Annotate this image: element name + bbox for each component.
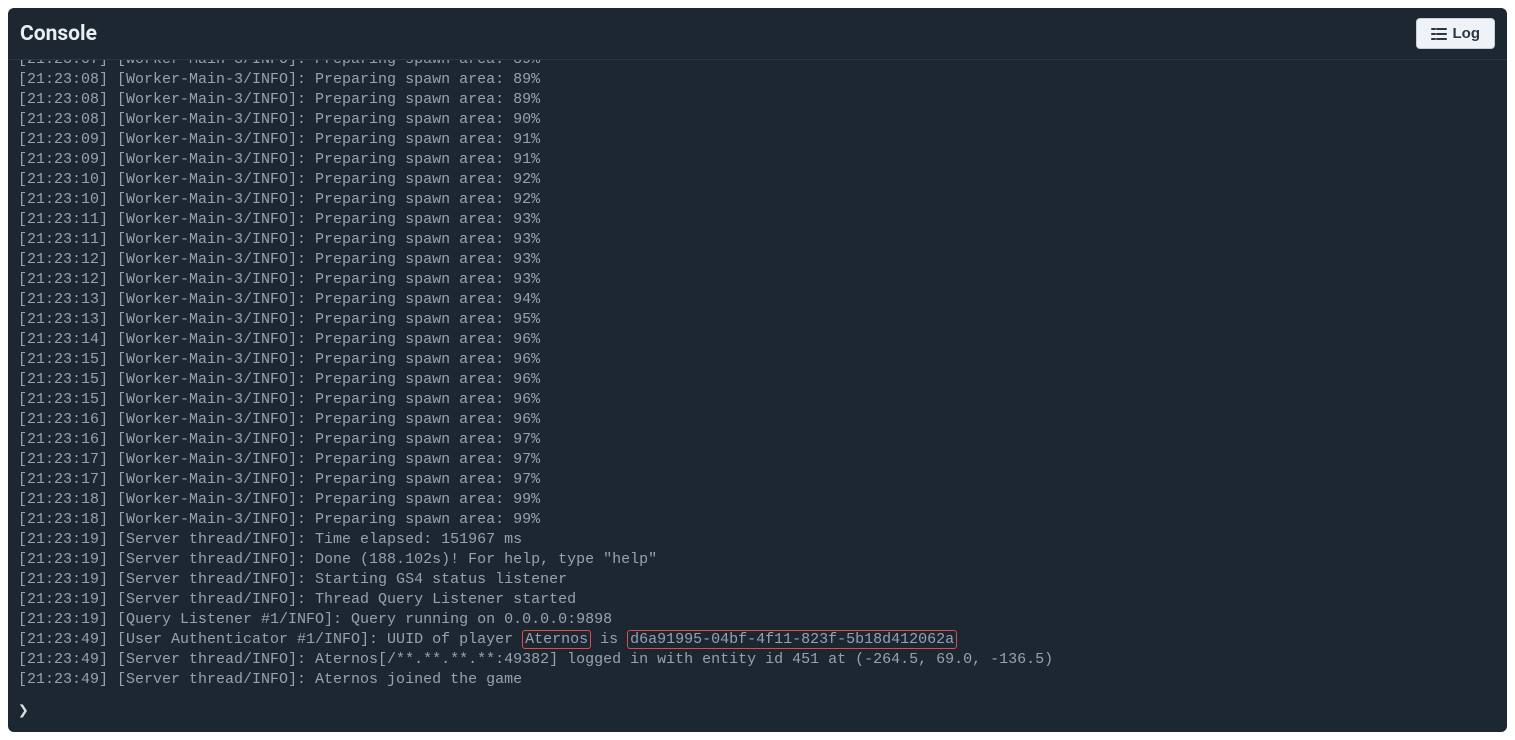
console-line: [21:23:15] [Worker-Main-3/INFO]: Prepari… (18, 370, 1497, 390)
console-header: Console Log (8, 8, 1507, 60)
console-input-row[interactable]: ❯ (8, 696, 1507, 732)
console-line: [21:23:49] [Server thread/INFO]: Aternos… (18, 670, 1497, 690)
console-line: [21:23:11] [Worker-Main-3/INFO]: Prepari… (18, 230, 1497, 250)
console-line: [21:23:12] [Worker-Main-3/INFO]: Prepari… (18, 250, 1497, 270)
console-line: [21:23:10] [Worker-Main-3/INFO]: Prepari… (18, 170, 1497, 190)
console-line: [21:23:11] [Worker-Main-3/INFO]: Prepari… (18, 210, 1497, 230)
console-line: [21:23:18] [Worker-Main-3/INFO]: Prepari… (18, 490, 1497, 510)
console-line: [21:23:19] [Server thread/INFO]: Thread … (18, 590, 1497, 610)
console-line: [21:23:19] [Server thread/INFO]: Startin… (18, 570, 1497, 590)
console-line: [21:23:49] [Server thread/INFO]: Aternos… (18, 650, 1497, 670)
console-line: [21:23:19] [Query Listener #1/INFO]: Que… (18, 610, 1497, 630)
prompt-icon: ❯ (18, 700, 29, 722)
console-line: [21:23:09] [Worker-Main-3/INFO]: Prepari… (18, 150, 1497, 170)
console-line: [21:23:09] [Worker-Main-3/INFO]: Prepari… (18, 130, 1497, 150)
console-panel: Console Log [21:23:07] [Worker-Main-3/IN… (8, 8, 1507, 732)
console-line: [21:23:19] [Server thread/INFO]: Done (1… (18, 550, 1497, 570)
highlight-player-name: Aternos (522, 630, 591, 649)
console-line: [21:23:12] [Worker-Main-3/INFO]: Prepari… (18, 270, 1497, 290)
console-line: [21:23:07] [Worker-Main-3/INFO]: Prepari… (18, 60, 1497, 70)
console-line: [21:23:17] [Worker-Main-3/INFO]: Prepari… (18, 470, 1497, 490)
console-line: [21:23:49] [User Authenticator #1/INFO]:… (18, 630, 1497, 650)
console-line: [21:23:19] [Server thread/INFO]: Time el… (18, 530, 1497, 550)
console-line: [21:23:08] [Worker-Main-3/INFO]: Prepari… (18, 70, 1497, 90)
console-line: [21:23:13] [Worker-Main-3/INFO]: Prepari… (18, 290, 1497, 310)
console-line: [21:23:16] [Worker-Main-3/INFO]: Prepari… (18, 430, 1497, 450)
console-output[interactable]: [21:23:07] [Worker-Main-3/INFO]: Prepari… (8, 60, 1507, 696)
console-line: [21:23:13] [Worker-Main-3/INFO]: Prepari… (18, 310, 1497, 330)
console-line: [21:23:17] [Worker-Main-3/INFO]: Prepari… (18, 450, 1497, 470)
console-line: [21:23:15] [Worker-Main-3/INFO]: Prepari… (18, 390, 1497, 410)
log-button[interactable]: Log (1416, 18, 1496, 49)
console-line: [21:23:15] [Worker-Main-3/INFO]: Prepari… (18, 350, 1497, 370)
console-title: Console (20, 22, 97, 46)
console-line: [21:23:10] [Worker-Main-3/INFO]: Prepari… (18, 190, 1497, 210)
console-line: [21:23:16] [Worker-Main-3/INFO]: Prepari… (18, 410, 1497, 430)
highlight-player-uuid: d6a91995-04bf-4f11-823f-5b18d412062a (627, 630, 957, 649)
console-line: [21:23:08] [Worker-Main-3/INFO]: Prepari… (18, 110, 1497, 130)
log-button-label: Log (1453, 25, 1481, 42)
log-icon (1431, 27, 1447, 41)
console-line: [21:23:14] [Worker-Main-3/INFO]: Prepari… (18, 330, 1497, 350)
console-line: [21:23:18] [Worker-Main-3/INFO]: Prepari… (18, 510, 1497, 530)
console-line: [21:23:08] [Worker-Main-3/INFO]: Prepari… (18, 90, 1497, 110)
